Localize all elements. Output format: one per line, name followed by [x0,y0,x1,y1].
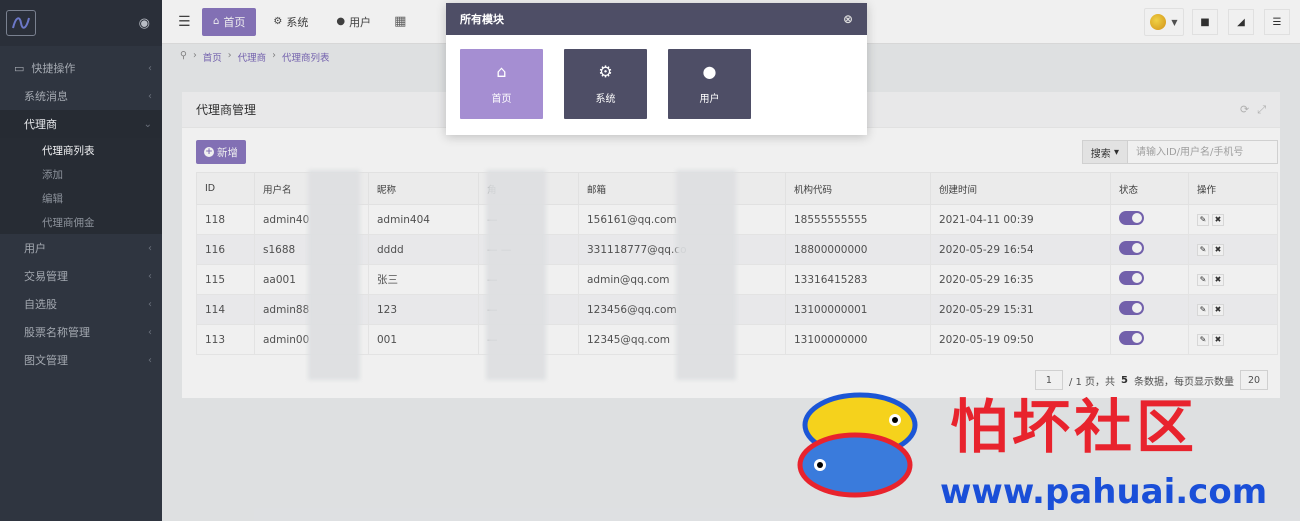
sidebar-item-label: 用户 [24,242,46,255]
sub-item-commission[interactable]: 代理商佣金 [0,210,162,234]
sidebar-item-label: 代理商 [24,118,57,131]
close-icon[interactable]: ⊗ [843,12,853,26]
folder-icon: ▭ [14,62,25,75]
sidebar-item-label: 系统消息 [24,90,68,103]
module-tile-home[interactable]: ⌂ 首页 [460,49,543,119]
watermark-title: 怕坏社区 [950,393,1199,461]
sidebar: ◉ ▭ 快捷操作 ‹ 系统消息 ‹ 代理商 ⌄ 代理商列表 添加 编辑 代理商佣… [0,0,162,521]
sidebar-item-messages[interactable]: 系统消息 ‹ [0,82,162,110]
modal-body: ⌂ 首页 ⚙ 系统 ● 用户 [446,35,867,133]
chevron-down-icon: ⌄ [143,118,152,130]
chevron-left-icon: ‹ [148,298,152,310]
chevron-left-icon: ‹ [148,270,152,282]
chevron-left-icon: ‹ [148,242,152,254]
sidebar-item-label: 交易管理 [24,270,68,283]
watermark-url: www.pahuai.com [940,472,1268,512]
logo-bar: ◉ [0,0,162,46]
sidebar-item-watchlist[interactable]: 自选股 ‹ [0,290,162,318]
agents-submenu: 代理商列表 添加 编辑 代理商佣金 [0,138,162,234]
sidebar-item-label: 快捷操作 [31,62,76,75]
modal-title: 所有模块 [460,13,504,26]
module-label: 首页 [491,93,512,105]
home-icon: ⌂ [496,61,507,81]
chevron-left-icon: ‹ [148,354,152,366]
logo[interactable] [6,10,36,36]
sidebar-item-label: 图文管理 [24,354,68,367]
modules-modal: 所有模块 ⊗ ⌂ 首页 ⚙ 系统 ● 用户 [446,3,867,135]
sidebar-item-quick[interactable]: ▭ 快捷操作 ‹ [0,54,162,82]
chevron-left-icon: ‹ [148,62,152,74]
user-icon: ● [702,61,717,81]
sidebar-item-agents[interactable]: 代理商 ⌄ [0,110,162,138]
fish-logo [797,392,918,498]
sidebar-item-articles[interactable]: 图文管理 ‹ [0,346,162,374]
sidebar-item-users[interactable]: 用户 ‹ [0,234,162,262]
theme-drop-icon[interactable]: ◉ [139,16,150,31]
watermark: 怕坏社区 www.pahuai.com [790,380,1290,512]
sidebar-item-trades[interactable]: 交易管理 ‹ [0,262,162,290]
sub-item-agent-list[interactable]: 代理商列表 [0,138,162,162]
chevron-left-icon: ‹ [148,326,152,338]
module-tile-system[interactable]: ⚙ 系统 [564,49,647,119]
sidebar-item-label: 股票名称管理 [24,326,90,339]
module-label: 系统 [595,93,616,105]
gear-icon: ⚙ [598,61,613,81]
sidebar-item-stock-names[interactable]: 股票名称管理 ‹ [0,318,162,346]
modal-header: 所有模块 ⊗ [446,3,867,35]
module-label: 用户 [699,93,720,105]
sub-item-add[interactable]: 添加 [0,162,162,186]
sub-item-edit[interactable]: 编辑 [0,186,162,210]
chevron-left-icon: ‹ [148,90,152,102]
side-menu: ▭ 快捷操作 ‹ 系统消息 ‹ 代理商 ⌄ 代理商列表 添加 编辑 代理商佣金 … [0,54,162,374]
sidebar-item-label: 自选股 [24,298,57,311]
module-tile-user[interactable]: ● 用户 [668,49,751,119]
